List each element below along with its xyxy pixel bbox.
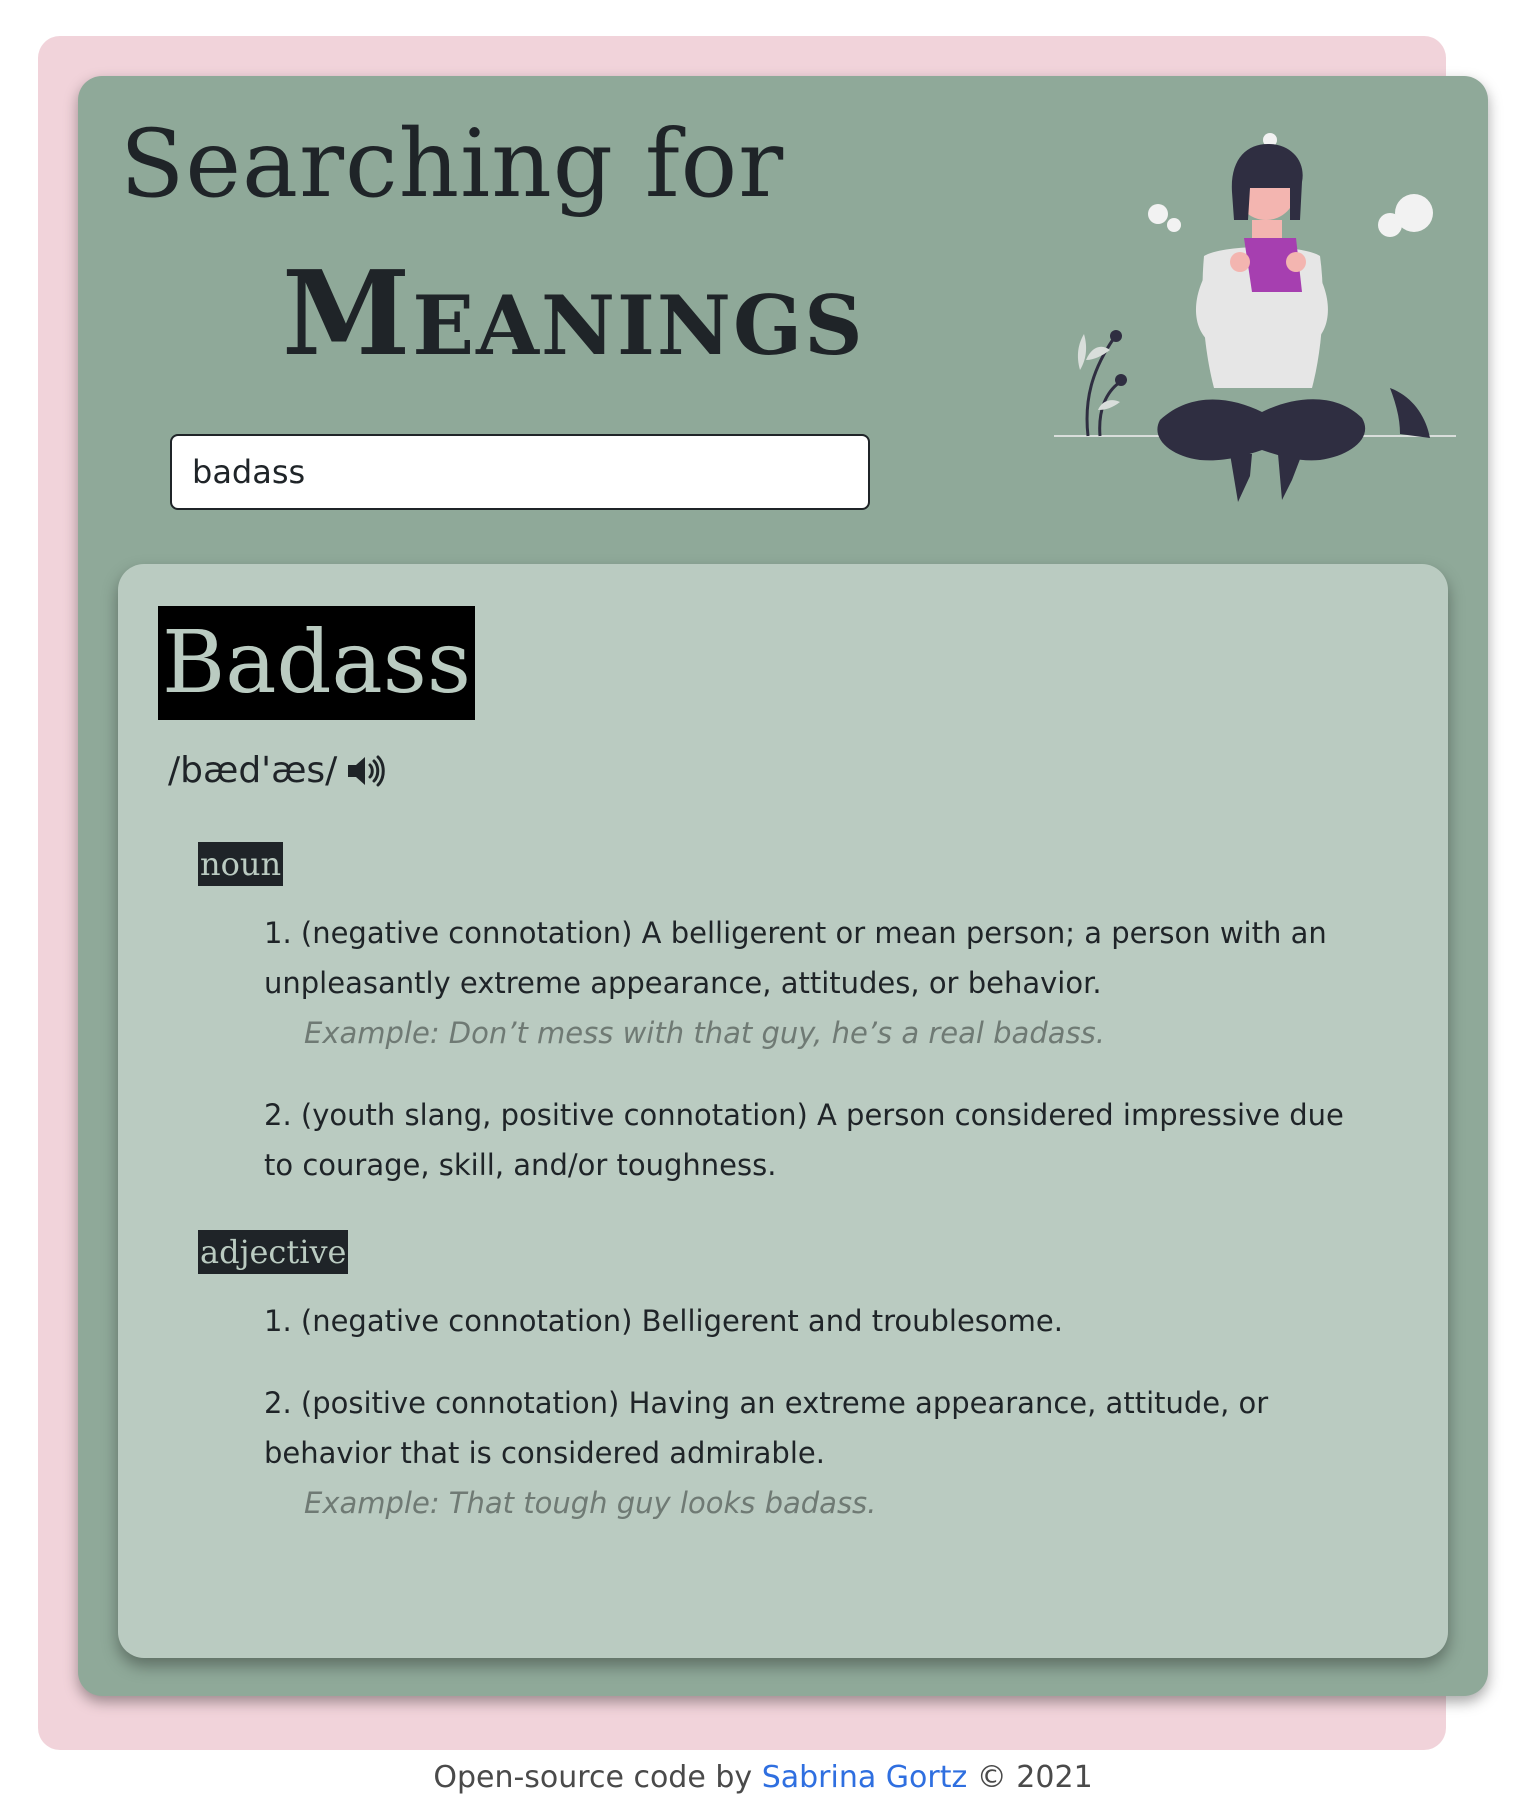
- footer-copyright: © 2021: [976, 1760, 1093, 1795]
- part-of-speech-label: adjective: [198, 1230, 349, 1274]
- search-input[interactable]: [170, 434, 870, 510]
- phonetic-row: /bæd'æs/: [168, 750, 386, 791]
- author-link[interactable]: Sabrina Gortz: [762, 1760, 968, 1795]
- definition-text: 2. (youth slang, positive connotation) A…: [264, 1098, 1344, 1182]
- part-of-speech-label: noun: [198, 842, 284, 886]
- word-heading: Badass: [158, 606, 476, 720]
- footer-prefix: Open-source code by: [433, 1760, 753, 1795]
- definition-text: 2. (positive connotation) Having an extr…: [264, 1386, 1269, 1470]
- page-title-line1: Searching for: [120, 110, 785, 219]
- definition-text: 1. (negative connotation) Belligerent an…: [264, 1304, 1063, 1338]
- page-title-line2: Meanings: [282, 246, 865, 382]
- phonetic-text: /bæd'æs/: [168, 750, 338, 791]
- example-text: Example: Don’t mess with that guy, he’s …: [304, 1016, 1105, 1050]
- speaker-icon[interactable]: [345, 753, 386, 789]
- example-text: Example: That tough guy looks badass.: [304, 1486, 877, 1520]
- definition-text: 1. (negative connotation) A belligerent …: [264, 916, 1327, 1000]
- woman-reading-illustration-icon: [1054, 133, 1456, 502]
- footer: Open-source code by Sabrina Gortz © 2021: [0, 1760, 1526, 1795]
